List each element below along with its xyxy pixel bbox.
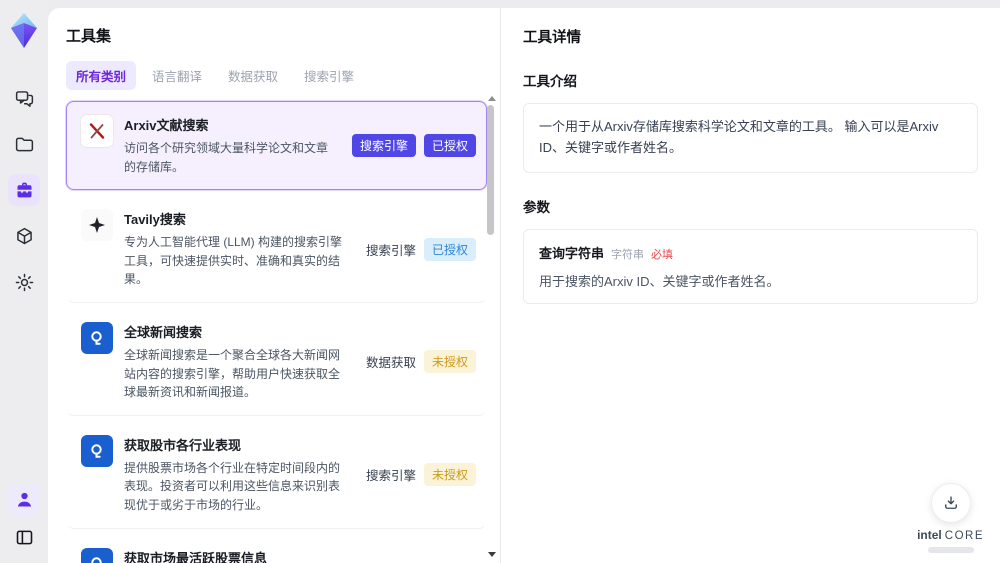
- param-description: 用于搜索的Arxiv ID、关键字或作者姓名。: [539, 273, 780, 289]
- tool-description: 全球新闻搜索是一个聚合全球各大新闻网站内容的搜索引擎，帮助用户快速获取全球最新资…: [124, 347, 341, 400]
- nav-toolbox-icon[interactable]: [8, 174, 40, 206]
- tool-item-arxiv[interactable]: Arxiv文献搜索 访问各个研究领域大量科学论文和文章的存储库。 搜索引擎 已授…: [66, 101, 487, 191]
- tool-detail-pane: 工具详情 工具介绍 一个用于从Arxiv存储库搜索科学论文和文章的工具。 输入可…: [500, 8, 1000, 563]
- tool-name: 全球新闻搜索: [124, 324, 203, 340]
- core-brand-text: CORE: [944, 530, 984, 542]
- auth-status-badge: 未授权: [423, 463, 476, 487]
- tool-item-most-active-stocks[interactable]: 获取市场最活跃股票信息 提供当天交易量最高的股票列表，投资者可以利用这些信息来识…: [66, 534, 487, 563]
- corner-widgets: intel CORE: [917, 483, 984, 553]
- category-tabs: 所有类别 语言翻译 数据获取 搜索引擎: [66, 61, 486, 90]
- category-label: 搜索引擎: [365, 243, 416, 258]
- tool-item-tavily[interactable]: Tavily搜索 专为人工智能代理 (LLM) 构建的搜索引擎工具，可快速提供实…: [66, 195, 487, 303]
- intro-text: 一个用于从Arxiv存储库搜索科学论文和文章的工具。 输入可以是Arxiv ID…: [539, 119, 939, 155]
- nav-folder-icon[interactable]: [8, 128, 40, 160]
- intel-core-logo: intel CORE: [917, 528, 984, 542]
- tools-pane: 工具集 所有类别 语言翻译 数据获取 搜索引擎 Arxiv文献搜索 访问各个研究…: [48, 8, 500, 563]
- app-logo: [11, 13, 37, 48]
- category-badge: 搜索引擎: [351, 134, 416, 158]
- left-rail: [0, 0, 48, 563]
- nav-chat-icon[interactable]: [8, 82, 40, 114]
- user-avatar-icon[interactable]: [8, 483, 40, 515]
- tool-name: 获取市场最活跃股票信息: [124, 550, 268, 563]
- tab-language-translation[interactable]: 语言翻译: [142, 61, 212, 90]
- param-name: 查询字符串: [539, 245, 605, 261]
- download-button[interactable]: [930, 483, 971, 523]
- tool-name: Tavily搜索: [124, 212, 186, 228]
- scroll-down-arrow[interactable]: [488, 552, 496, 557]
- search-logo-icon: [81, 434, 113, 467]
- tool-name: Arxiv文献搜索: [124, 118, 209, 133]
- tool-name: 获取股市各行业表现: [124, 437, 242, 453]
- params-heading: 参数: [523, 199, 550, 215]
- auth-status-badge: 已授权: [423, 237, 476, 261]
- list-scrollbar[interactable]: [486, 96, 496, 557]
- page-title: 工具集: [66, 28, 112, 45]
- tool-list: Arxiv文献搜索 访问各个研究领域大量科学论文和文章的存储库。 搜索引擎 已授…: [66, 101, 487, 563]
- search-logo-icon: [81, 547, 113, 563]
- category-label: 数据获取: [365, 356, 416, 371]
- scroll-up-arrow[interactable]: [488, 96, 496, 101]
- nav-cube-icon[interactable]: [8, 220, 40, 252]
- param-box: 查询字符串 字符串 必填 用于搜索的Arxiv ID、关键字或作者姓名。: [523, 228, 978, 304]
- intel-logo-sub-bar: [927, 547, 974, 553]
- intel-brand-text: intel: [917, 528, 942, 542]
- param-type: 字符串: [611, 248, 645, 261]
- tool-item-global-news[interactable]: 全球新闻搜索 全球新闻搜索是一个聚合全球各大新闻网站内容的搜索引擎，帮助用户快速…: [66, 308, 487, 416]
- category-label: 搜索引擎: [365, 469, 416, 484]
- search-logo-icon: [81, 321, 113, 354]
- param-required-flag: 必填: [651, 248, 674, 261]
- tool-description: 专为人工智能代理 (LLM) 构建的搜索引擎工具，可快速提供实时、准确和真实的结…: [124, 235, 343, 287]
- scrollbar-thumb[interactable]: [487, 105, 494, 235]
- tab-search-engine[interactable]: 搜索引擎: [294, 61, 364, 90]
- download-icon: [944, 496, 957, 509]
- tab-data-acquisition[interactable]: 数据获取: [218, 61, 288, 90]
- detail-title: 工具详情: [523, 30, 581, 46]
- main-surface: 工具集 所有类别 语言翻译 数据获取 搜索引擎 Arxiv文献搜索 访问各个研究…: [48, 8, 1000, 563]
- auth-status-badge: 未授权: [423, 350, 476, 374]
- tab-all-categories[interactable]: 所有类别: [66, 61, 137, 90]
- sparkle-icon: [81, 209, 113, 242]
- intro-heading: 工具介绍: [523, 74, 577, 89]
- nav-settings-icon[interactable]: [8, 266, 40, 298]
- arxiv-logo-icon: [81, 115, 113, 147]
- intro-box: 一个用于从Arxiv存储库搜索科学论文和文章的工具。 输入可以是Arxiv ID…: [523, 103, 978, 173]
- tool-description: 访问各个研究领域大量科学论文和文章的存储库。: [124, 141, 329, 174]
- tool-description: 提供股票市场各个行业在特定时间段内的表现。投资者可以利用这些信息来识别表现优于或…: [124, 460, 341, 512]
- tool-item-sector-performance[interactable]: 获取股市各行业表现 提供股票市场各个行业在特定时间段内的表现。投资者可以利用这些…: [66, 421, 487, 529]
- auth-status-badge: 已授权: [423, 134, 476, 158]
- panel-toggle-icon[interactable]: [8, 521, 40, 553]
